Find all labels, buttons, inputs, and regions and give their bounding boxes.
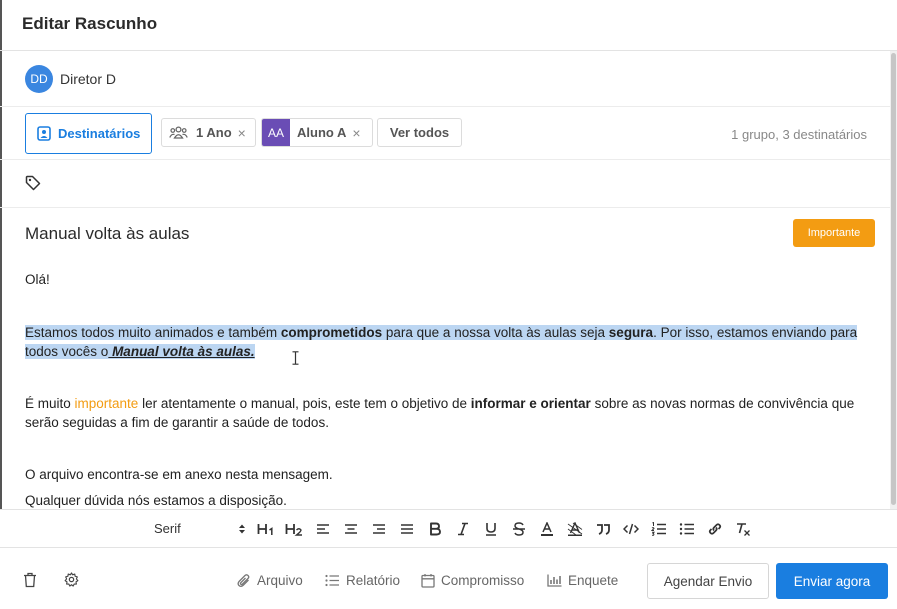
body-paragraph-1: Estamos todos muito animados e também co… (25, 325, 858, 359)
bullet-list-button[interactable] (677, 519, 697, 539)
trash-icon[interactable] (23, 572, 37, 588)
font-select-arrows-icon[interactable] (238, 523, 246, 535)
manual-link[interactable]: Manual volta às aulas. (108, 344, 255, 359)
message-body[interactable]: Olá! Estamos todos muito animados e tamb… (25, 270, 870, 509)
recipients-button-label: Destinatários (58, 126, 141, 141)
modal-footer: Arquivo Relatório Compromisso Enquete Ag… (0, 548, 897, 609)
bold-icon (430, 522, 441, 536)
contact-card-icon (37, 126, 51, 141)
link-icon (708, 523, 722, 535)
heading-2-button[interactable] (284, 519, 304, 539)
recipient-chip-student[interactable]: AA Aluno A × (261, 118, 373, 147)
bold-button[interactable] (425, 519, 445, 539)
modal-header: Editar Rascunho (0, 0, 897, 51)
tags-row[interactable] (0, 160, 890, 208)
draft-editor-modal: Editar Rascunho DD Diretor D Destinatári… (0, 0, 897, 609)
link-button[interactable] (705, 519, 725, 539)
clear-format-icon (737, 523, 750, 536)
h1-icon (257, 524, 273, 535)
poll-button[interactable]: Enquete (547, 573, 618, 588)
align-right-icon (373, 524, 385, 534)
bar-chart-icon (547, 574, 562, 587)
code-icon (623, 523, 639, 535)
sender-avatar: DD (25, 65, 53, 93)
strikethrough-icon (513, 522, 525, 536)
importance-badge[interactable]: Importante (793, 219, 875, 247)
recipients-summary: 1 grupo, 3 destinatários (731, 127, 867, 142)
body-paragraph-4: Qualquer dúvida nós estamos a disposição… (25, 493, 287, 508)
student-avatar: AA (262, 119, 290, 146)
appointment-label: Compromisso (441, 573, 525, 588)
ordered-list-button[interactable] (649, 519, 669, 539)
report-button[interactable]: Relatório (325, 573, 400, 588)
quote-icon (597, 524, 610, 535)
align-left-icon (317, 524, 329, 534)
underline-icon (486, 523, 496, 536)
recipient-chip-group[interactable]: 1 Ano × (161, 118, 256, 147)
scrollbar[interactable] (890, 51, 897, 509)
calendar-icon (421, 574, 435, 588)
send-now-button[interactable]: Enviar agora (776, 563, 888, 599)
body-paragraph-3: O arquivo encontra-se em anexo nesta men… (25, 467, 333, 482)
attach-file-label: Arquivo (257, 573, 303, 588)
body-paragraph-2: É muito importante ler atentamente o man… (25, 396, 855, 430)
underline-button[interactable] (481, 519, 501, 539)
remove-chip-icon[interactable]: × (352, 125, 360, 141)
appointment-button[interactable]: Compromisso (421, 573, 524, 588)
heading-1-button[interactable] (256, 519, 276, 539)
modal-title: Editar Rascunho (22, 14, 158, 33)
align-right-button[interactable] (369, 519, 389, 539)
align-left-button[interactable] (313, 519, 333, 539)
greeting: Olá! (25, 272, 50, 287)
sender-row: DD Diretor D (0, 51, 890, 107)
text-color-button[interactable] (537, 519, 557, 539)
justify-icon (401, 524, 413, 534)
schedule-send-button[interactable]: Agendar Envio (647, 563, 769, 599)
italic-icon (458, 522, 468, 536)
chip-label: 1 Ano (196, 125, 232, 140)
group-icon (169, 126, 188, 139)
scrollbar-thumb[interactable] (891, 53, 896, 505)
ordered-list-icon (651, 522, 666, 536)
blockquote-button[interactable] (593, 519, 613, 539)
poll-label: Enquete (568, 573, 619, 588)
sender-name: Diretor D (60, 71, 117, 87)
highlight-button[interactable] (565, 519, 585, 539)
italic-button[interactable] (453, 519, 473, 539)
font-select[interactable]: Serif (154, 521, 181, 536)
align-center-icon (345, 524, 357, 534)
justify-button[interactable] (397, 519, 417, 539)
remove-chip-icon[interactable]: × (238, 125, 246, 141)
highlight-icon (567, 522, 583, 536)
code-button[interactable] (621, 519, 641, 539)
report-label: Relatório (346, 573, 401, 588)
format-toolbar: Serif (0, 509, 897, 548)
paperclip-icon (237, 574, 250, 588)
message-subject[interactable]: Manual volta às aulas (25, 224, 189, 244)
align-center-button[interactable] (341, 519, 361, 539)
text-cursor-icon (292, 351, 299, 365)
clear-format-button[interactable] (733, 519, 753, 539)
h2-icon (285, 524, 302, 536)
see-all-button[interactable]: Ver todos (377, 118, 462, 147)
tag-icon[interactable] (25, 175, 41, 191)
recipients-button[interactable]: Destinatários (25, 113, 152, 154)
attach-file-button[interactable]: Arquivo (237, 573, 303, 588)
strikethrough-button[interactable] (509, 519, 529, 539)
gear-icon[interactable] (64, 572, 79, 587)
recipients-row: Destinatários 1 Ano × AA Aluno A × Ver t… (0, 107, 890, 160)
chip-label: Aluno A (297, 125, 347, 140)
editor-scroll-area[interactable]: DD Diretor D Destinatários 1 Ano × AA Al… (0, 51, 897, 509)
text-color-icon (541, 522, 553, 536)
bullet-list-icon (679, 523, 694, 535)
list-icon (325, 574, 339, 587)
